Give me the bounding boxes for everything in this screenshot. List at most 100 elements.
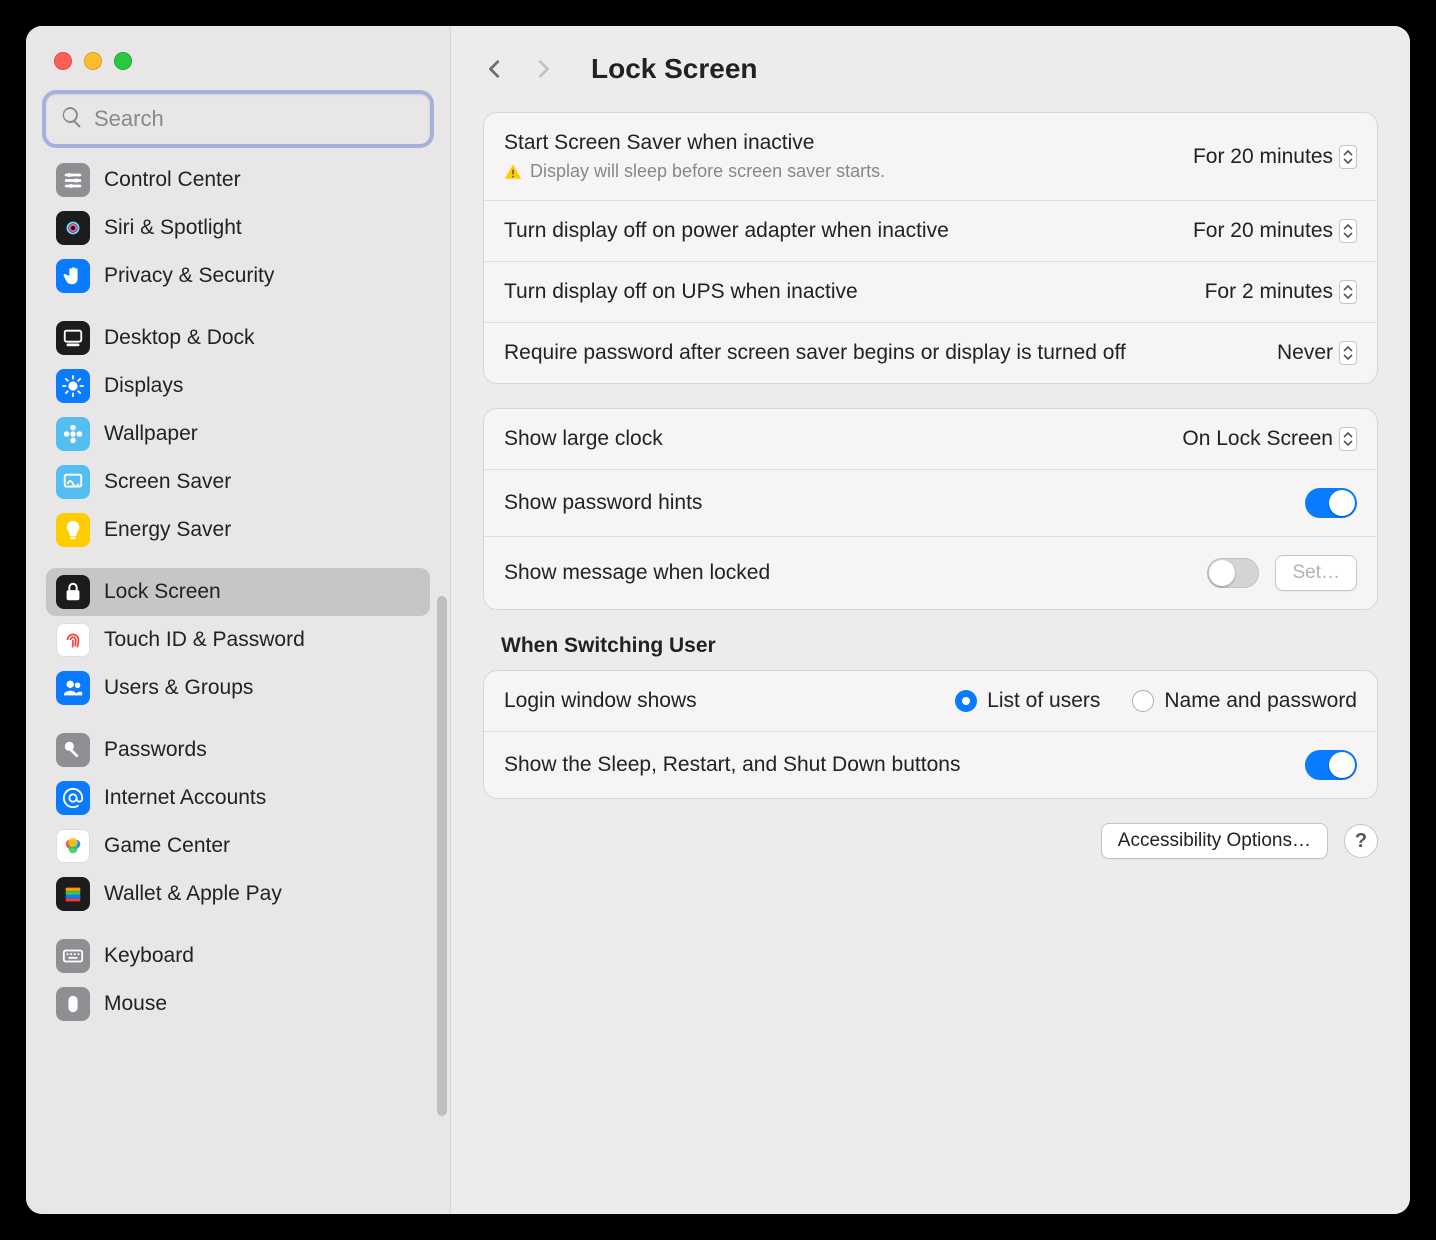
sidebar-item-privacy-security[interactable]: Privacy & Security [46,252,430,300]
sidebar-item-label: Displays [104,374,183,398]
sidebar-item-label: Mouse [104,992,167,1016]
sidebar-item-siri-spotlight[interactable]: Siri & Spotlight [46,204,430,252]
show-message-label: Show message when locked [504,561,1191,585]
sidebar-item-mouse[interactable]: Mouse [46,980,430,1028]
show-message-row: Show message when locked Set… [484,536,1377,609]
password-hints-row: Show password hints [484,469,1377,536]
sidebar-item-control-center[interactable]: Control Center [46,156,430,204]
content-area: Start Screen Saver when inactiveDisplay … [451,112,1410,1214]
sidebar-item-wallet-pay[interactable]: Wallet & Apple Pay [46,870,430,918]
screensaver-start-value: For 20 minutes [1193,145,1333,169]
large-clock-popup[interactable]: On Lock Screen [1182,427,1357,451]
sidebar-item-energy-saver[interactable]: Energy Saver [46,506,430,554]
sidebar-item-label: Control Center [104,168,241,192]
hand-icon [56,259,90,293]
wallet-icon [56,877,90,911]
login-window-row: Login window shows List of users Name and… [484,671,1377,731]
require-password-label: Require password after screen saver begi… [504,341,1261,365]
screensaver-start-popup[interactable]: For 20 minutes [1193,145,1357,169]
stepper-icon [1339,341,1357,365]
dock-icon [56,321,90,355]
sidebar-item-touch-id[interactable]: Touch ID & Password [46,616,430,664]
stepper-icon [1339,427,1357,451]
switching-user-title: When Switching User [501,634,1378,658]
zoom-window-button[interactable] [114,52,132,70]
sidebar-item-internet-accounts[interactable]: Internet Accounts [46,774,430,822]
sidebar: Control Center Siri & Spotlight Privacy & … [26,26,451,1214]
minimize-window-button[interactable] [84,52,102,70]
siri-icon [56,211,90,245]
help-button[interactable]: ? [1344,824,1378,858]
sidebar-item-label: Users & Groups [104,676,253,700]
sidebar-item-label: Game Center [104,834,230,858]
sidebar-item-label: Passwords [104,738,207,762]
large-clock-label: Show large clock [504,427,1166,451]
sidebar-item-label: Internet Accounts [104,786,266,810]
login-window-label: Login window shows [504,689,784,713]
display-off-ups-label: Turn display off on UPS when inactive [504,280,1189,304]
sidebar-list[interactable]: Control Center Siri & Spotlight Privacy & … [26,156,450,1214]
sidebar-scrollbar[interactable] [437,596,447,1116]
sidebar-item-lock-screen[interactable]: Lock Screen [46,568,430,616]
bulb-icon [56,513,90,547]
sidebar-item-label: Keyboard [104,944,194,968]
accessibility-options-button[interactable]: Accessibility Options… [1101,823,1328,859]
display-off-power-popup[interactable]: For 20 minutes [1193,219,1357,243]
sidebar-item-passwords[interactable]: Passwords [46,726,430,774]
stepper-icon [1339,145,1357,169]
sidebar-item-displays[interactable]: Displays [46,362,430,410]
radio-circle-icon [1132,690,1154,712]
gamecenter-icon [56,829,90,863]
at-icon [56,781,90,815]
require-password-row: Require password after screen saver begi… [484,322,1377,383]
sidebar-item-label: Desktop & Dock [104,326,255,350]
large-clock-value: On Lock Screen [1182,427,1333,451]
display-off-power-label: Turn display off on power adapter when i… [504,219,1177,243]
sidebar-item-users-groups[interactable]: Users & Groups [46,664,430,712]
sidebar-item-wallpaper[interactable]: Wallpaper [46,410,430,458]
sidebar-item-label: Lock Screen [104,580,221,604]
keyboard-icon [56,939,90,973]
radio-name-password[interactable]: Name and password [1132,689,1357,713]
large-clock-row: Show large clock On Lock Screen [484,409,1377,469]
sleep-restart-toggle[interactable] [1305,750,1357,780]
close-window-button[interactable] [54,52,72,70]
sleep-restart-row: Show the Sleep, Restart, and Shut Down b… [484,731,1377,798]
sleep-restart-label: Show the Sleep, Restart, and Shut Down b… [504,753,1289,777]
password-hints-toggle[interactable] [1305,488,1357,518]
sidebar-item-label: Privacy & Security [104,264,274,288]
sidebar-item-desktop-dock[interactable]: Desktop & Dock [46,314,430,362]
back-button[interactable] [483,57,507,81]
flower-icon [56,417,90,451]
screensaver-icon [56,465,90,499]
search-input[interactable] [94,106,416,132]
radio-list-users[interactable]: List of users [955,689,1100,713]
display-off-power-value: For 20 minutes [1193,219,1333,243]
page-title: Lock Screen [591,53,758,85]
sidebar-item-keyboard[interactable]: Keyboard [46,932,430,980]
screensaver-start-row: Start Screen Saver when inactiveDisplay … [484,113,1377,200]
system-settings-window: Control Center Siri & Spotlight Privacy & … [26,26,1410,1214]
display-off-ups-value: For 2 minutes [1205,280,1333,304]
set-message-button[interactable]: Set… [1275,555,1357,591]
login-window-radio-group: List of users Name and password [800,689,1357,713]
settings-group-switching: Login window shows List of users Name and… [483,670,1378,799]
screensaver-start-label: Start Screen Saver when inactive [504,131,1177,155]
require-password-value: Never [1277,341,1333,365]
show-message-toggle[interactable] [1207,558,1259,588]
settings-group-timing: Start Screen Saver when inactiveDisplay … [483,112,1378,384]
password-hints-label: Show password hints [504,491,1289,515]
search-icon [60,105,94,134]
radio-label: Name and password [1164,689,1357,713]
sidebar-item-label: Energy Saver [104,518,231,542]
require-password-popup[interactable]: Never [1277,341,1357,365]
window-controls [26,26,450,70]
forward-button[interactable] [531,57,555,81]
radio-circle-icon [955,690,977,712]
search-field[interactable] [46,94,430,144]
display-off-ups-popup[interactable]: For 2 minutes [1205,280,1357,304]
sidebar-item-game-center[interactable]: Game Center [46,822,430,870]
sun-icon [56,369,90,403]
sidebar-item-screen-saver[interactable]: Screen Saver [46,458,430,506]
settings-group-display: Show large clock On Lock Screen Show pas… [483,408,1378,610]
